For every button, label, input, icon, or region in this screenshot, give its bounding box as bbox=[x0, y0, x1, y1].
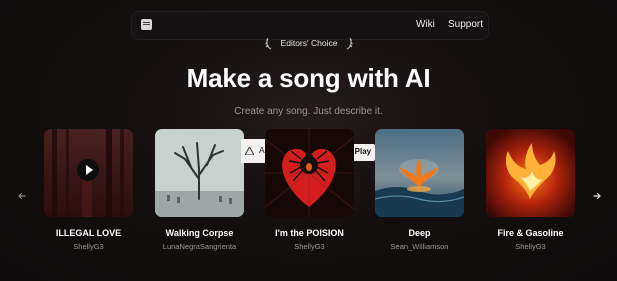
song-title: ILLEGAL LOVE bbox=[55, 228, 122, 238]
song-card[interactable]: Fire & Gasoline ShellyG3 bbox=[486, 129, 575, 251]
song-card[interactable]: I'm the POISION ShellyG3 bbox=[265, 129, 354, 251]
chevron-left-icon[interactable] bbox=[16, 190, 28, 202]
cover-art-heart[interactable] bbox=[265, 129, 354, 217]
hidden-tooltip-left: A bbox=[241, 139, 268, 163]
song-artist[interactable]: ShellyG3 bbox=[24, 242, 153, 251]
song-artist[interactable]: Sean_Williamson bbox=[355, 242, 484, 251]
song-card[interactable]: Deep Sean_Williamson bbox=[375, 129, 464, 251]
cover-art-fire-bird[interactable] bbox=[486, 129, 575, 217]
hero-subtitle: Create any song. Just describe it. bbox=[234, 106, 383, 117]
cover-art-phoenix-sea[interactable] bbox=[375, 129, 464, 217]
laurel-right-icon bbox=[346, 37, 353, 50]
song-title: Fire & Gasoline bbox=[497, 228, 564, 238]
song-title: I'm the POISION bbox=[275, 228, 344, 238]
badge-label: Editors' Choice bbox=[280, 38, 338, 48]
play-button[interactable] bbox=[77, 159, 99, 181]
editors-choice-badge: Editors' Choice bbox=[264, 36, 354, 52]
cover-art-tree[interactable] bbox=[155, 129, 244, 217]
chevron-right-icon[interactable] bbox=[591, 190, 603, 202]
nav-link-support[interactable]: Support bbox=[448, 19, 483, 30]
laurel-left-icon bbox=[265, 37, 272, 50]
share-icon bbox=[245, 147, 254, 155]
song-card[interactable]: Walking Corpse LunaNegraSangrienta bbox=[155, 129, 244, 251]
song-card[interactable]: ILLEGAL LOVE ShellyG3 bbox=[44, 129, 133, 251]
nav-link-wiki[interactable]: Wiki bbox=[416, 19, 435, 30]
cover-art-forest[interactable] bbox=[44, 129, 133, 217]
song-artist[interactable]: ShellyG3 bbox=[466, 242, 595, 251]
overlay-left-text: A bbox=[259, 145, 265, 155]
song-title: Deep bbox=[408, 228, 431, 238]
hero-title: Make a song with AI bbox=[186, 63, 431, 93]
song-artist[interactable]: ShellyG3 bbox=[245, 242, 374, 251]
logo-icon[interactable] bbox=[141, 19, 152, 30]
